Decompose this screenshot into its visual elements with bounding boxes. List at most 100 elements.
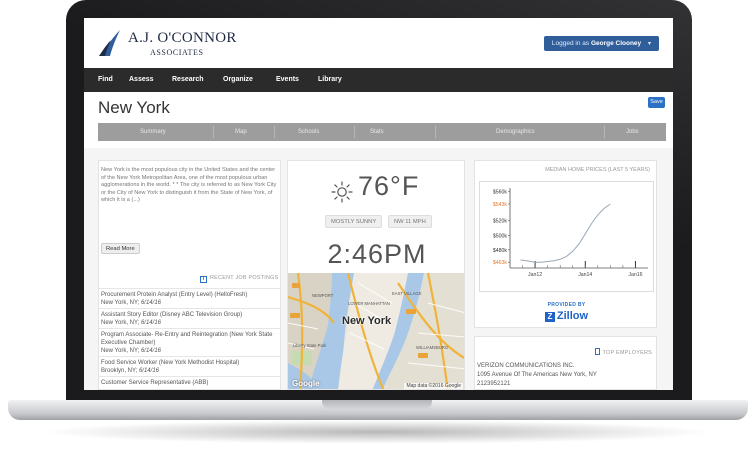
job-posting[interactable]: Assistant Story Editor (Disney ABC Telev… xyxy=(99,308,280,327)
job-date: 6/14/16 xyxy=(140,300,161,306)
price-series-line xyxy=(520,203,611,263)
local-time: 2:46PM xyxy=(327,239,427,269)
read-more-button[interactable]: Read More xyxy=(101,243,140,254)
job-location: New York, NY; 6/14/16 xyxy=(101,319,278,327)
login-user: George Clooney xyxy=(590,40,642,47)
nav-item-find[interactable]: Find xyxy=(98,68,113,92)
home-prices-card: MEDIAN HOME PRICES (LAST 5 YEARS) $463k $… xyxy=(474,160,657,328)
top-employers-card: TOP EMPLOYERS VERIZON COMMUNICATIONS INC… xyxy=(474,336,657,390)
map-label-east-village: EAST VILLAGE xyxy=(392,291,422,296)
map-label-newport: NEWPORT xyxy=(312,293,334,298)
main-navbar: Find Assess Research Organize Events Lib… xyxy=(84,68,673,92)
temperature: 76°F xyxy=(358,171,420,201)
map-city-label: New York xyxy=(342,315,392,327)
top-employers-heading-text: TOP EMPLOYERS xyxy=(602,350,652,356)
job-posting[interactable]: Program Associate- Re-Entry and Reintegr… xyxy=(99,328,280,355)
y-tick-label: $480k xyxy=(493,248,508,254)
tab-divider xyxy=(354,126,355,138)
employer-phone: 2123952121 xyxy=(477,381,511,387)
employer-address: 1095 Avenue Of The Americas New York, NY xyxy=(477,372,597,378)
job-posting[interactable]: Customer Service Representative (ABB) xyxy=(99,376,280,387)
zillow-logo[interactable]: Z Zillow xyxy=(475,310,658,322)
job-location: New York, NY; 6/14/16 xyxy=(101,299,278,307)
logo-mark-icon xyxy=(99,30,120,56)
map-label-lower-manhattan: LOWER MANHATTAN xyxy=(348,301,390,306)
x-tick-label: Jan12 xyxy=(528,272,542,278)
tab-stats[interactable]: Stats xyxy=(370,123,384,141)
job-title: Program Associate- Re-Entry and Reintegr… xyxy=(101,332,273,346)
y-tick-label: $560k xyxy=(493,190,508,196)
tab-summary[interactable]: Summary xyxy=(140,123,166,141)
job-posting[interactable]: Food Service Worker (New York Methodist … xyxy=(99,356,280,375)
tab-divider xyxy=(274,126,275,138)
save-button[interactable]: Save xyxy=(648,97,665,108)
building-icon xyxy=(594,348,600,355)
tab-divider xyxy=(604,126,605,138)
job-date: 6/14/16 xyxy=(140,348,161,354)
map-credit: Map data ©2016 Google xyxy=(404,383,463,389)
login-prefix: Logged in as xyxy=(551,40,590,47)
zillow-brand-text: Zillow xyxy=(556,310,589,322)
tab-schools[interactable]: Schools xyxy=(298,123,319,141)
page-title: New York xyxy=(98,98,170,117)
job-title: Food Service Worker (New York Methodist … xyxy=(101,360,240,366)
google-logo: Google xyxy=(292,379,320,388)
caret-down-icon: ▾ xyxy=(647,41,651,47)
summary-card: New York is the most populous city in th… xyxy=(98,160,281,390)
job-location-text: New York, NY; xyxy=(101,320,140,326)
y-tick-label: $543k xyxy=(493,202,508,208)
job-location-text: Brooklyn, NY; xyxy=(101,368,138,374)
city-description: New York is the most populous city in th… xyxy=(101,167,277,204)
wind-speed: NW 11 MPH xyxy=(388,215,432,228)
screen: A.J. O'CONNOR ASSOCIATES Logged in as Ge… xyxy=(84,18,673,390)
jobs-icon: T xyxy=(200,276,207,283)
nav-item-assess[interactable]: Assess xyxy=(129,68,154,92)
y-tick-label: $500k xyxy=(493,233,508,239)
nav-item-library[interactable]: Library xyxy=(318,68,342,92)
chart-title: MEDIAN HOME PRICES (LAST 5 YEARS) xyxy=(545,167,650,173)
laptop-notch xyxy=(322,400,432,410)
job-date: 6/14/16 xyxy=(138,368,159,374)
sun-icon xyxy=(331,181,353,203)
site-header: A.J. O'CONNOR ASSOCIATES Logged in as Ge… xyxy=(84,18,673,68)
chart-frame: $463k $480k $500k $520k $543k $560k Jan12 Jan14… xyxy=(479,181,654,292)
x-tick-label: Jan14 xyxy=(578,272,592,278)
logo-subtitle: ASSOCIATES xyxy=(150,48,204,57)
map-canvas xyxy=(288,272,464,389)
tab-map[interactable]: Map xyxy=(235,123,247,141)
home-price-chart: $463k $480k $500k $520k $543k $560k Jan12 Jan14… xyxy=(493,188,648,278)
job-postings-heading-text: RECENT JOB POSTINGS xyxy=(210,275,279,281)
nav-item-events[interactable]: Events xyxy=(276,68,299,92)
job-title: Customer Service Representative (ABB) xyxy=(101,380,209,386)
tab-demographics[interactable]: Demographics xyxy=(496,123,535,141)
tab-jobs[interactable]: Jobs xyxy=(626,123,639,141)
tab-divider xyxy=(213,126,214,138)
job-location: Brooklyn, NY; 6/14/16 xyxy=(101,367,278,375)
job-title: Procurement Protein Analyst (Entry Level… xyxy=(101,292,248,298)
job-date: 6/14/16 xyxy=(140,320,161,326)
job-postings-heading: T RECENT JOB POSTINGS xyxy=(200,275,279,283)
zillow-icon: Z xyxy=(544,312,555,322)
user-menu-button[interactable]: Logged in as George Clooney ▾ xyxy=(543,36,659,51)
job-title: Assistant Story Editor (Disney ABC Telev… xyxy=(101,312,243,318)
nav-item-organize[interactable]: Organize xyxy=(223,68,253,92)
y-tick-label: $463k xyxy=(493,260,508,266)
weather-condition: MOSTLY SUNNY xyxy=(325,215,383,228)
job-location-text: New York, NY; xyxy=(101,300,140,306)
city-map[interactable]: Liberty State Park WILLIAMSBURG LOWER MA… xyxy=(288,272,464,389)
job-location: New York, NY; 6/14/16 xyxy=(101,347,278,355)
laptop-shadow xyxy=(40,420,715,444)
employer-name[interactable]: VERIZON COMMUNICATIONS INC. xyxy=(477,363,575,369)
job-location-text: New York, NY; xyxy=(101,348,140,354)
provided-by-label: PROVIDED BY xyxy=(547,302,586,308)
y-tick-label: $520k xyxy=(493,219,508,225)
tab-divider xyxy=(435,126,436,138)
nav-item-research[interactable]: Research xyxy=(172,68,204,92)
job-posting[interactable]: Procurement Protein Analyst (Entry Level… xyxy=(99,288,280,307)
top-employers-heading: TOP EMPLOYERS xyxy=(594,348,652,356)
map-label-liberty: Liberty State Park xyxy=(293,343,327,348)
laptop-mockup: A.J. O'CONNOR ASSOCIATES Logged in as Ge… xyxy=(0,0,755,463)
map-label-williamsburg: WILLIAMSBURG xyxy=(416,345,449,350)
weather-card: 76°F MOSTLY SUNNY NW 11 MPH 2:46PM Liber… xyxy=(287,160,465,390)
logo-name: A.J. O'CONNOR xyxy=(128,30,237,46)
